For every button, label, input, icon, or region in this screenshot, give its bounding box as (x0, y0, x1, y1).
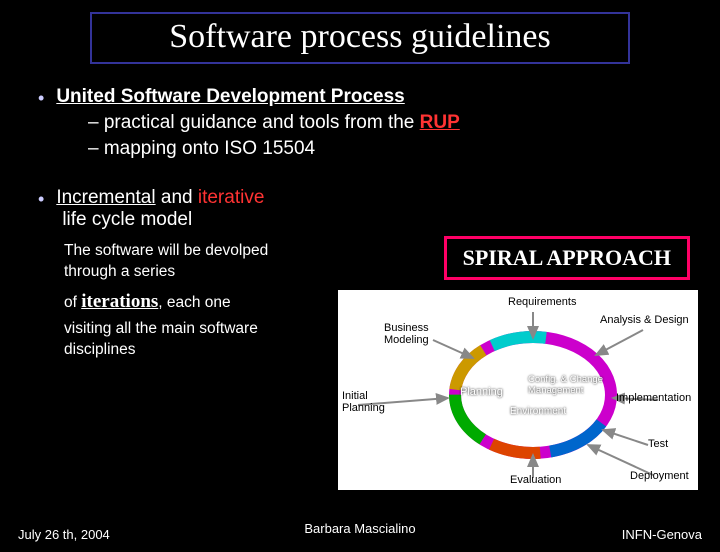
footer-author: Barbara Mascialino (304, 521, 415, 536)
bullet-icon: • (38, 86, 44, 110)
bullet-usdp: • United Software Development Process (38, 86, 692, 110)
usdp-label: United Software Development Process (56, 86, 404, 108)
diagram-label-ad: Analysis & Design (600, 314, 689, 326)
desc-line1: The software will be devolped through a … (64, 241, 324, 283)
spiral-approach-box: SPIRAL APPROACH (444, 236, 690, 280)
desc-of: of (64, 294, 81, 311)
diagram-label-req: Requirements (508, 296, 576, 308)
spiral-label: SPIRAL APPROACH (463, 245, 671, 270)
bullet2-line2: life cycle model (62, 209, 264, 231)
incremental-text: Incremental (56, 187, 155, 208)
diagram-label-conf: Config. & Change Management (528, 374, 618, 396)
sub1-text: – practical guidance and tools from the (88, 112, 420, 133)
diagram-label-init: Initial Planning (342, 390, 390, 414)
diagram-label-plan: Planning (460, 386, 503, 398)
description: The software will be devolped through a … (64, 241, 324, 360)
bullet-icon: • (38, 187, 44, 211)
diagram-label-biz: Business Modeling (384, 322, 444, 346)
sub2-text: – mapping onto ISO 15504 (88, 138, 315, 159)
iterative-text: iterative (198, 187, 265, 208)
sub-bullet-1: – practical guidance and tools from the … (88, 110, 692, 136)
desc-tail: , each one (158, 294, 230, 311)
slide-title: Software process guidelines (169, 18, 550, 55)
iterations-text: iterations (81, 291, 158, 312)
desc-line2: of iterations, each one (64, 289, 324, 315)
diagram-label-env: Environment (510, 406, 566, 417)
desc-line3: visiting all the main software disciplin… (64, 319, 324, 361)
and-text: and (156, 187, 198, 208)
diagram-label-eval: Evaluation (510, 474, 561, 486)
diagram-label-test: Test (648, 438, 668, 450)
rup-text: RUP (420, 112, 460, 133)
bullet-incremental: • Incremental and iterative life cycle m… (38, 187, 378, 231)
rup-diagram: Requirements Business Modeling Analysis … (338, 290, 698, 490)
bullet2-body: Incremental and iterative life cycle mod… (56, 187, 264, 231)
diagram-label-impl: Implementation (616, 392, 691, 404)
diagram-label-dep: Deployment (630, 470, 689, 482)
sub-bullet-2: – mapping onto ISO 15504 (88, 136, 692, 162)
title-box: Software process guidelines (90, 12, 630, 64)
